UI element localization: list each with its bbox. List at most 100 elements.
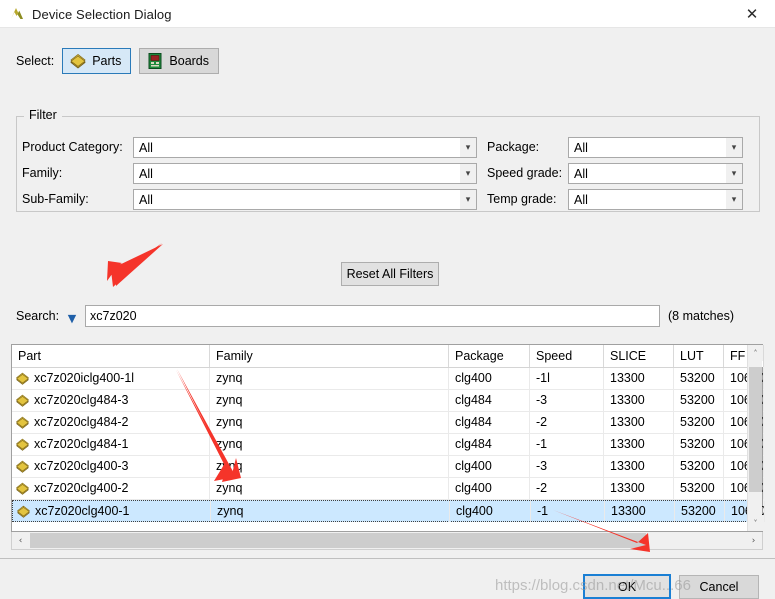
cell-lut: 53200 — [674, 456, 724, 477]
cell-family: zynq — [210, 478, 449, 499]
table-row[interactable]: xc7z020iclg400-1l zynq clg400 -1l 13300 53200… — [12, 368, 764, 390]
speed-grade-label: Speed grade: — [487, 166, 563, 180]
cell-package: clg484 — [449, 412, 530, 433]
parts-toggle-label: Parts — [92, 54, 122, 68]
column-header-part[interactable]: Part — [12, 345, 210, 367]
cell-part: xc7z020clg400-1 — [13, 501, 211, 522]
cell-slice: 13300 — [604, 368, 674, 389]
reset-all-filters-button[interactable]: Reset All Filters — [341, 262, 439, 286]
column-header-speed[interactable]: Speed — [530, 345, 604, 367]
scroll-left-icon[interactable]: ‹ — [12, 533, 29, 549]
product-category-value: All — [139, 140, 153, 155]
speed-grade-value: All — [574, 166, 588, 181]
package-select[interactable]: All ▾ — [568, 137, 743, 158]
cell-speed: -1 — [530, 434, 604, 455]
chevron-down-icon[interactable]: ▾ — [459, 138, 476, 157]
table-row[interactable]: xc7z020clg484-1zynqclg484-11330053200106… — [12, 434, 764, 456]
boards-toggle-label: Boards — [169, 54, 210, 68]
table-row[interactable]: xc7z020clg400-3zynqclg400-31330053200106… — [12, 456, 764, 478]
chevron-down-icon[interactable]: ▾ — [725, 190, 742, 209]
cell-part: xc7z020clg400-2 — [12, 478, 210, 499]
cell-part: xc7z020clg484-1 — [12, 434, 210, 455]
cell-family: zynq — [210, 456, 449, 477]
horizontal-scroll-thumb[interactable] — [30, 533, 646, 548]
speed-grade-select[interactable]: All ▾ — [568, 163, 743, 184]
cell-package: clg484 — [449, 390, 530, 411]
cell-part: xc7z020clg484-3 — [12, 390, 210, 411]
cell-lut: 53200 — [674, 412, 724, 433]
scroll-up-icon[interactable]: ˄ — [748, 345, 763, 361]
cell-speed: -3 — [530, 456, 604, 477]
cell-family: zynq — [210, 390, 449, 411]
cell-package: clg484 — [449, 434, 530, 455]
column-header-lut[interactable]: LUT — [674, 345, 724, 367]
scroll-down-icon[interactable]: ˅ — [748, 515, 763, 531]
cell-speed: -2 — [530, 478, 604, 499]
parts-toggle-button[interactable]: Parts — [62, 48, 132, 74]
cell-family: zynq — [210, 412, 449, 433]
cell-part: xc7z020iclg400-1l — [12, 368, 210, 389]
column-header-package[interactable]: Package — [449, 345, 530, 367]
table-row[interactable]: xc7z020clg484-2zynqclg484-21330053200106… — [12, 412, 764, 434]
cell-speed: -1l — [530, 368, 604, 389]
ok-button[interactable]: OK — [583, 574, 671, 599]
cell-slice: 13300 — [604, 434, 674, 455]
table-header-row: Part Family Package Speed SLICE LUT FF — [12, 345, 764, 368]
cell-slice: 13300 — [604, 456, 674, 477]
sub-family-select[interactable]: All ▾ — [133, 189, 477, 210]
family-label: Family: — [22, 166, 63, 180]
chevron-down-icon[interactable]: ▾ — [459, 164, 476, 183]
table-horizontal-scrollbar[interactable]: ‹ › — [11, 532, 763, 550]
cell-family: zynq — [210, 434, 449, 455]
cell-slice: 13300 — [604, 478, 674, 499]
product-category-select[interactable]: All ▾ — [133, 137, 477, 158]
chevron-down-icon[interactable]: ▾ — [725, 138, 742, 157]
title-bar: Device Selection Dialog ✕ — [0, 0, 775, 28]
search-input[interactable] — [85, 305, 660, 327]
cell-package: clg400 — [449, 368, 530, 389]
vertical-scroll-thumb[interactable] — [749, 367, 762, 492]
cancel-button[interactable]: Cancel — [679, 575, 759, 599]
parts-table[interactable]: Part Family Package Speed SLICE LUT FF xc7z020… — [11, 344, 765, 532]
boards-toggle-button[interactable]: Boards — [139, 48, 220, 74]
filter-legend: Filter — [24, 108, 62, 122]
table-row[interactable]: xc7z020clg400-1zynqclg400-11330053200106… — [12, 500, 765, 522]
family-select[interactable]: All ▾ — [133, 163, 477, 184]
table-row[interactable]: xc7z020clg400-2zynqclg400-21330053200106… — [12, 478, 764, 500]
select-toolbar: Select: Parts Boards — [16, 48, 220, 74]
temp-grade-value: All — [574, 192, 588, 207]
column-header-family[interactable]: Family — [210, 345, 449, 367]
cell-slice: 13300 — [605, 501, 675, 522]
cell-part: xc7z020clg400-3 — [12, 456, 210, 477]
table-row[interactable]: xc7z020clg484-3zynqclg484-31330053200106… — [12, 390, 764, 412]
family-value: All — [139, 166, 153, 181]
search-label: Search: — [16, 309, 60, 323]
cell-slice: 13300 — [604, 390, 674, 411]
chevron-down-icon[interactable]: ▾ — [459, 190, 476, 209]
scroll-right-icon[interactable]: › — [745, 533, 762, 549]
cell-package: clg400 — [449, 478, 530, 499]
vivado-logo-icon — [6, 3, 28, 25]
dialog-body: Select: Parts Boards Filter Product Cate… — [0, 28, 775, 599]
product-category-label: Product Category: — [22, 140, 123, 154]
table-vertical-scrollbar[interactable]: ˄ ˅ — [747, 345, 763, 531]
cell-package: clg400 — [449, 456, 530, 477]
search-dropdown-icon[interactable]: ▼ — [64, 311, 80, 325]
column-header-slice[interactable]: SLICE — [604, 345, 674, 367]
cell-family: zynq — [210, 368, 449, 389]
window-title: Device Selection Dialog — [32, 6, 172, 22]
cell-package: clg400 — [450, 501, 531, 522]
close-icon[interactable]: ✕ — [729, 0, 775, 28]
temp-grade-label: Temp grade: — [487, 192, 557, 206]
chip-icon — [69, 52, 87, 70]
package-value: All — [574, 140, 588, 155]
board-icon — [146, 52, 164, 70]
temp-grade-select[interactable]: All ▾ — [568, 189, 743, 210]
table-body: xc7z020iclg400-1l zynq clg400 -1l 13300 53200… — [12, 368, 765, 522]
select-label: Select: — [16, 54, 55, 68]
cell-lut: 53200 — [674, 434, 724, 455]
package-label: Package: — [487, 140, 540, 154]
sub-family-value: All — [139, 192, 153, 207]
cell-lut: 53200 — [674, 478, 724, 499]
chevron-down-icon[interactable]: ▾ — [725, 164, 742, 183]
